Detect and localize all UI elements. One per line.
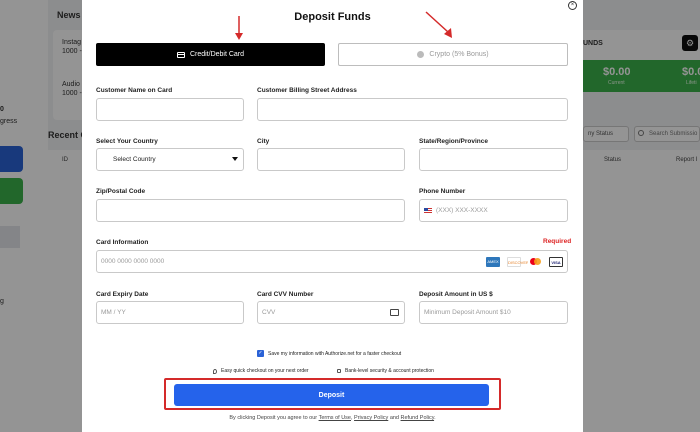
- annotation-arrow-crypto: [425, 11, 452, 38]
- annotation-arrow-card: [235, 16, 243, 40]
- annotation-arrows: [235, 11, 452, 40]
